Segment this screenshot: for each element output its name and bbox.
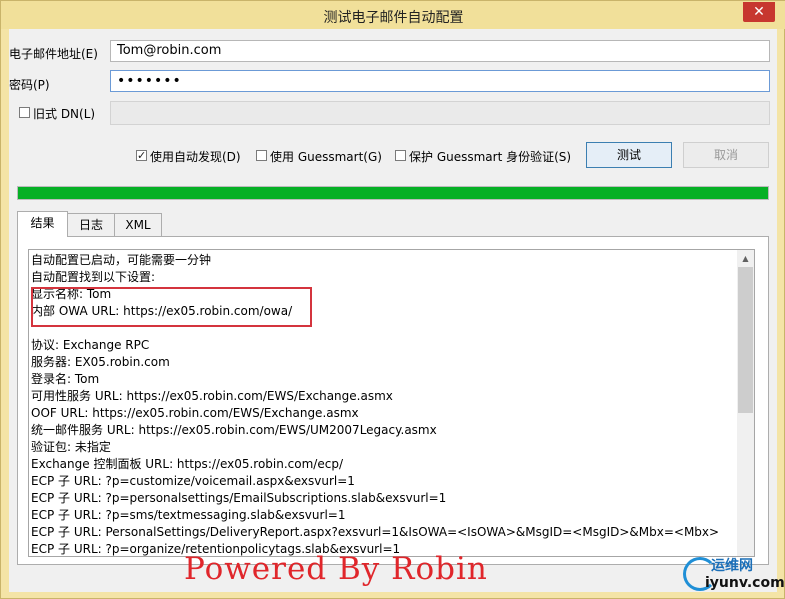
tab-results[interactable]: 结果	[17, 211, 68, 237]
tab-xml[interactable]: XML	[114, 213, 162, 237]
results-textbox[interactable]: 自动配置已启动，可能需要一分钟 自动配置找到以下设置: 显示名称: Tom 内部 OW…	[28, 249, 755, 557]
result-line: 统一邮件服务 URL: https://ex05.robin.com/EWS/U…	[31, 423, 437, 437]
autodiscover-label: 使用自动发现(D)	[150, 150, 241, 164]
scroll-up-icon[interactable]: ▲	[737, 250, 754, 267]
result-line: 自动配置找到以下设置:	[31, 270, 156, 284]
highlight-box	[31, 287, 312, 327]
secure-guessmart-checkbox[interactable]	[395, 150, 406, 161]
legacy-dn-label: 旧式 DN(L)	[33, 107, 96, 121]
email-input[interactable]: Tom@robin.com	[110, 40, 770, 62]
result-line: ECP 子 URL: ?p=personalsettings/EmailSubs…	[31, 491, 447, 505]
tab-log[interactable]: 日志	[67, 213, 115, 237]
result-line: 登录名: Tom	[31, 372, 100, 386]
logo-line2: iyunv.com	[705, 575, 785, 591]
result-line: ECP 子 URL: ?p=sms/textmessaging.slab&exs…	[31, 508, 346, 522]
result-line: ECP 子 URL: PersonalSettings/DeliveryRepo…	[31, 525, 720, 539]
scroll-thumb[interactable]	[738, 267, 753, 413]
cancel-button[interactable]: 取消	[683, 142, 769, 168]
title-bar[interactable]: 测试电子邮件自动配置 ✕	[1, 1, 785, 29]
legacy-dn-input[interactable]	[110, 101, 770, 125]
guessmart-label: 使用 Guessmart(G)	[270, 150, 382, 164]
result-line: 协议: Exchange RPC	[31, 338, 150, 352]
results-scrollbar[interactable]: ▲	[737, 250, 754, 556]
password-input[interactable]: •••••••	[110, 70, 770, 92]
close-button[interactable]: ✕	[743, 2, 775, 22]
site-logo: 运维网 iyunv.com	[681, 555, 785, 595]
result-line: 验证包: 未指定	[31, 440, 111, 454]
result-line: 服务器: EX05.robin.com	[31, 355, 170, 369]
guessmart-checkbox[interactable]	[256, 150, 267, 161]
window-title: 测试电子邮件自动配置	[323, 10, 464, 26]
progress-bar	[17, 186, 769, 200]
dialog-client: 电子邮件地址(E) Tom@robin.com 密码(P) ••••••• 旧式…	[9, 29, 777, 592]
result-line: 自动配置已启动，可能需要一分钟	[31, 253, 212, 267]
result-line: 可用性服务 URL: https://ex05.robin.com/EWS/Ex…	[31, 389, 393, 403]
autoconfig-dialog: 测试电子邮件自动配置 ✕ 电子邮件地址(E) Tom@robin.com 密码(…	[0, 0, 785, 599]
logo-line1: 运维网	[711, 558, 753, 574]
watermark-text: Powered By Robin	[184, 551, 488, 587]
test-button[interactable]: 测试	[586, 142, 672, 168]
result-line: Exchange 控制面板 URL: https://ex05.robin.co…	[31, 457, 343, 471]
result-line: OOF URL: https://ex05.robin.com/EWS/Exch…	[31, 406, 359, 420]
close-icon: ✕	[753, 4, 765, 20]
result-line: ECP 子 URL: ?p=customize/voicemail.aspx&e…	[31, 474, 355, 488]
password-label: 密码(P)	[9, 78, 50, 92]
secure-guessmart-label: 保护 Guessmart 身份验证(S)	[409, 150, 572, 164]
autodiscover-checkbox[interactable]: ✓	[136, 150, 147, 161]
progress-fill	[18, 187, 768, 199]
email-label: 电子邮件地址(E)	[9, 47, 98, 61]
check-icon: ✓	[137, 149, 147, 162]
results-panel: 自动配置已启动，可能需要一分钟 自动配置找到以下设置: 显示名称: Tom 内部 OW…	[17, 236, 769, 565]
legacy-dn-checkbox[interactable]	[19, 107, 30, 118]
